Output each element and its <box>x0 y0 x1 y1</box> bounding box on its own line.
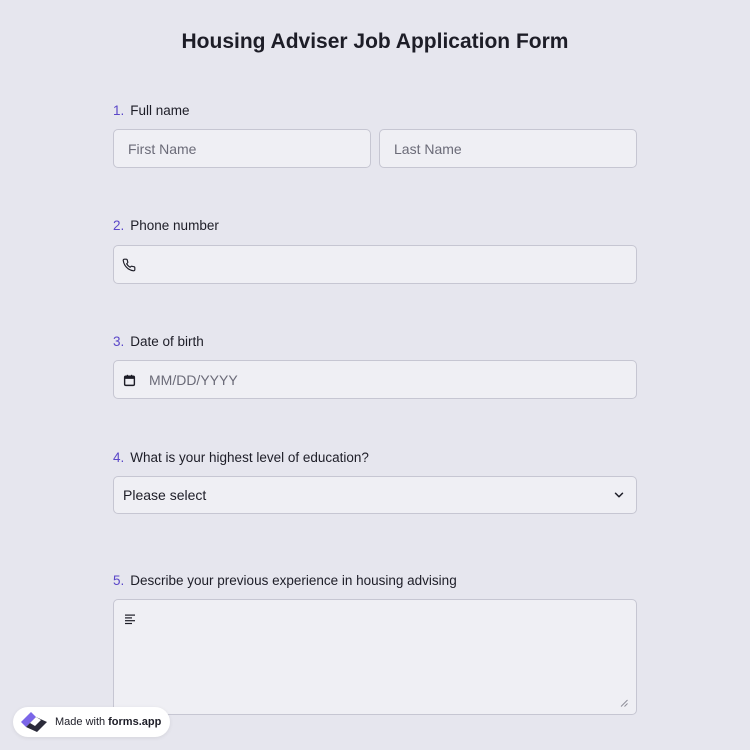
badge-brand: forms.app <box>108 716 162 728</box>
education-select[interactable]: Please select <box>113 476 637 514</box>
made-with-badge[interactable]: Made with forms.app <box>13 707 170 737</box>
question-number: 5. <box>113 573 125 588</box>
text-lines-icon <box>122 611 138 627</box>
date-of-birth-input[interactable] <box>113 360 637 399</box>
question-text: Date of birth <box>130 334 204 349</box>
form-title: Housing Adviser Job Application Form <box>181 30 569 53</box>
question-full-name-label: 1. Full name <box>113 103 190 118</box>
phone-number-input[interactable] <box>113 245 637 284</box>
last-name-input[interactable] <box>379 129 637 168</box>
question-dob-label: 3. Date of birth <box>113 334 204 349</box>
resize-handle-icon[interactable] <box>620 699 628 707</box>
question-text: Phone number <box>130 218 219 233</box>
forms-app-logo <box>21 712 47 732</box>
question-phone-label: 2. Phone number <box>113 218 219 233</box>
question-text: Describe your previous experience in hou… <box>130 573 457 588</box>
badge-prefix: Made with <box>55 716 106 728</box>
question-number: 3. <box>113 334 125 349</box>
question-text: What is your highest level of education? <box>130 450 369 465</box>
question-education-label: 4. What is your highest level of educatio… <box>113 450 369 465</box>
question-text: Full name <box>130 103 190 118</box>
first-name-input[interactable] <box>113 129 371 168</box>
phone-icon <box>121 257 137 273</box>
question-number: 2. <box>113 218 125 233</box>
calendar-icon[interactable] <box>121 372 137 388</box>
question-number: 4. <box>113 450 125 465</box>
education-selected-value: Please select <box>123 487 207 503</box>
question-experience-label: 5. Describe your previous experience in h… <box>113 573 457 588</box>
chevron-down-icon <box>614 492 624 498</box>
question-number: 1. <box>113 103 125 118</box>
experience-textarea[interactable] <box>113 599 637 715</box>
